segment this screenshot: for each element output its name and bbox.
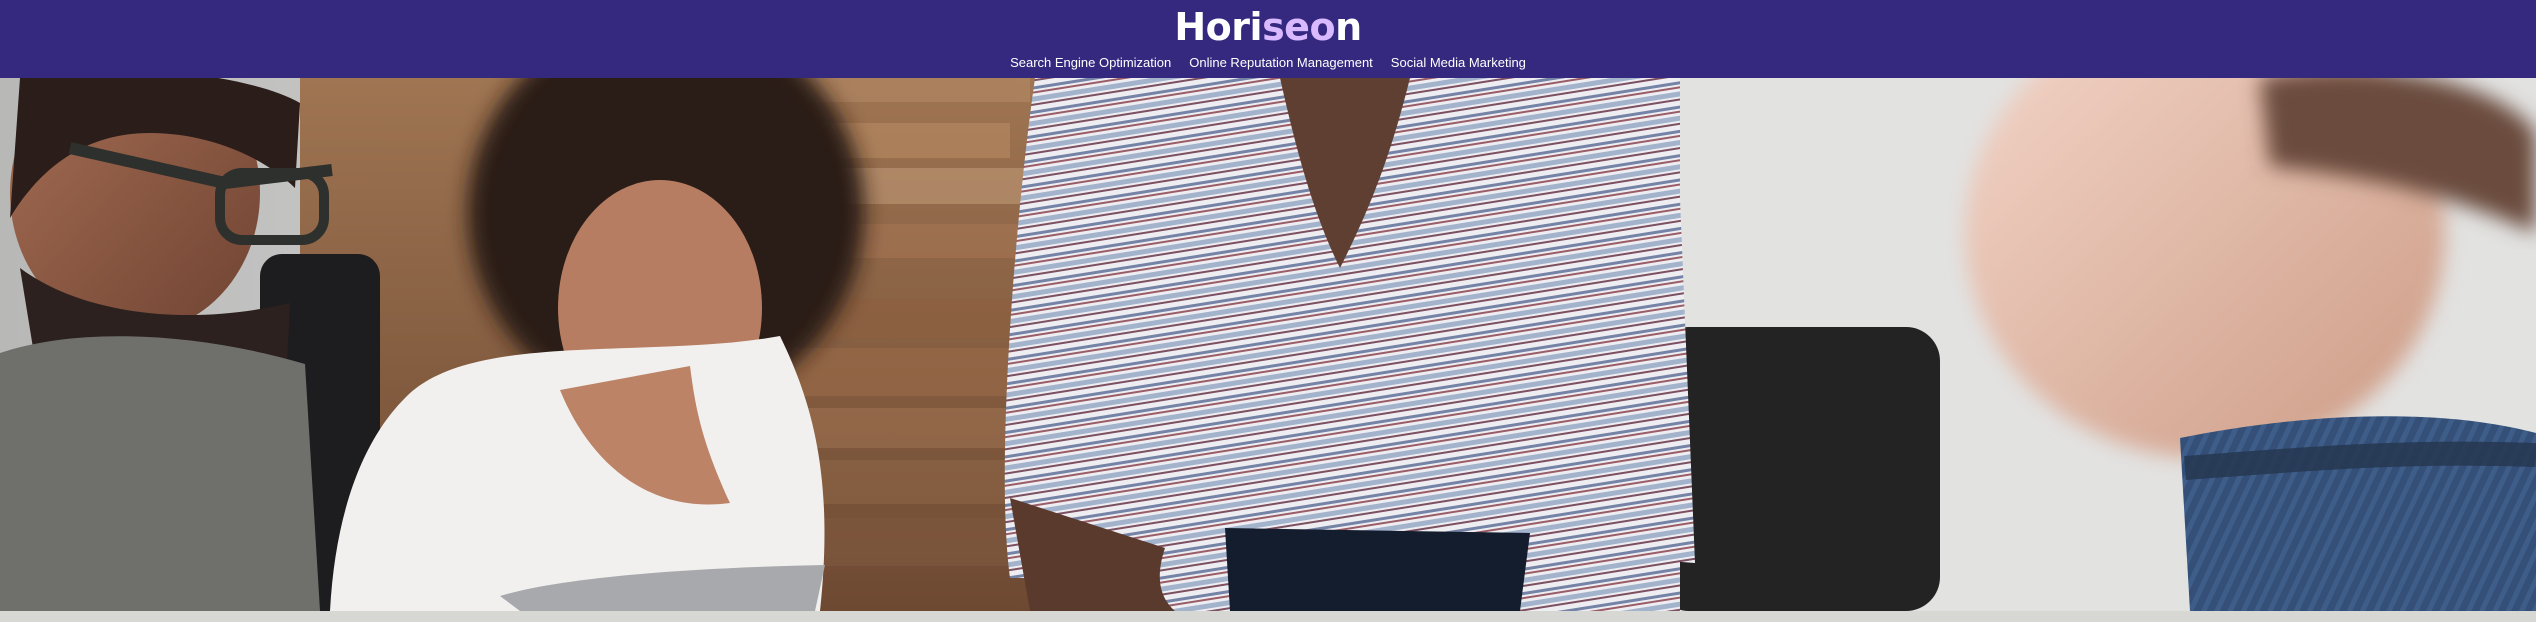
hero-image	[0, 78, 2536, 611]
brand-name-accent: seo	[1262, 5, 1336, 49]
primary-navigation: Search Engine Optimization Online Reputa…	[0, 55, 2536, 71]
nav-social-media-marketing-link[interactable]: Social Media Marketing	[1391, 55, 1526, 71]
page-background-strip	[0, 611, 2536, 622]
team-meeting-photo	[0, 78, 2536, 611]
brand-logo[interactable]: Horiseon	[0, 6, 2536, 48]
person-left	[0, 78, 333, 611]
person-standing-striped-shirt	[1004, 78, 1695, 611]
site-header: Horiseon Search Engine Optimization Onli…	[0, 0, 2536, 78]
horiseon-page: Horiseon Search Engine Optimization Onli…	[0, 0, 2536, 622]
black-office-chair	[1655, 327, 1940, 611]
nav-search-engine-optimization-link[interactable]: Search Engine Optimization	[1010, 55, 1171, 71]
nav-online-reputation-management-link[interactable]: Online Reputation Management	[1189, 55, 1373, 71]
brand-name-left: Hori	[1174, 5, 1263, 49]
brand-name-right: n	[1335, 5, 1362, 49]
